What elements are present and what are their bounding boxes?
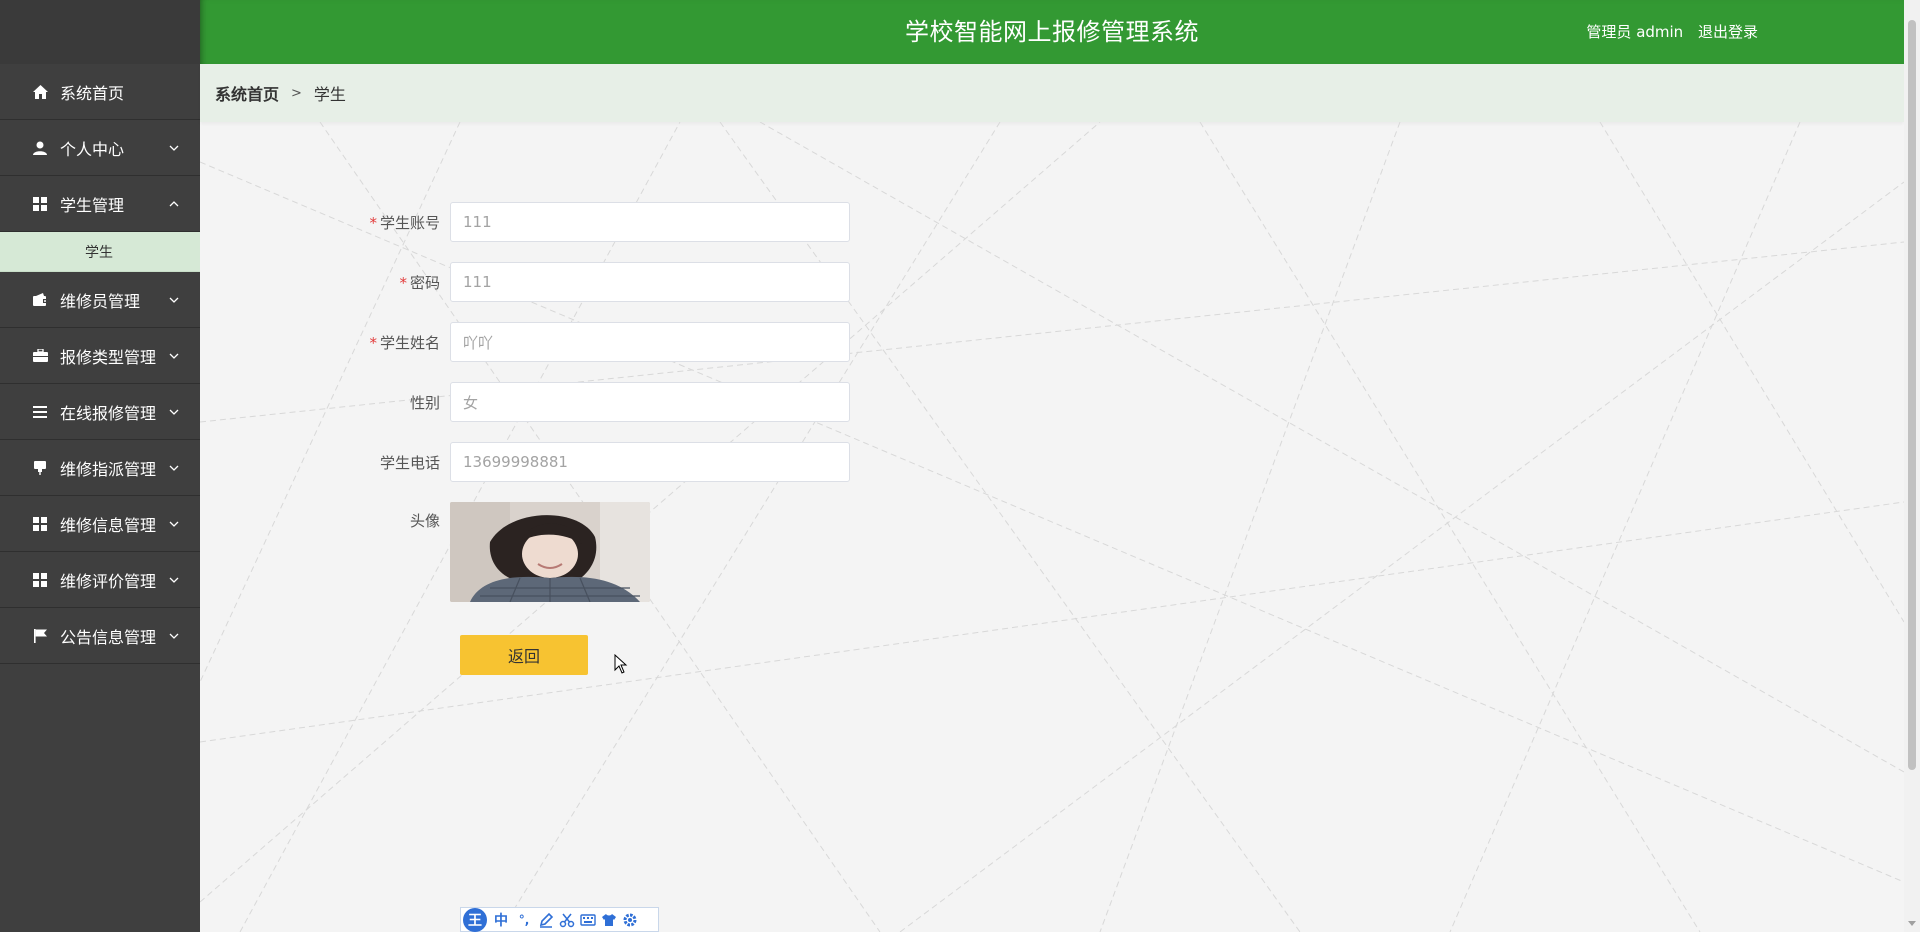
chevron-up-icon: [169, 200, 179, 206]
form-row-name: * 学生姓名: [200, 322, 850, 362]
main-content: *学生账号 *密码 *学生姓名 性别 学生电话 头像: [200, 122, 1904, 932]
page-scrollbar[interactable]: [1904, 0, 1920, 932]
ime-pen-icon[interactable]: [538, 912, 554, 928]
header-user-area: 管理员 admin 退出登录: [1576, 0, 1758, 64]
wallet-icon: [32, 292, 48, 308]
breadcrumb-home-link[interactable]: 系统首页: [215, 81, 279, 105]
form-row-phone: 学生电话: [200, 442, 850, 482]
sidebar-item-label: 维修信息管理: [60, 515, 157, 535]
phone-label: 学生电话: [379, 453, 440, 472]
breadcrumb-current: 学生: [313, 85, 346, 104]
sidebar-item-label: 报修类型管理: [60, 347, 157, 367]
sidebar-item-label: 公告信息管理: [60, 627, 157, 647]
chevron-down-icon: [169, 145, 179, 151]
sidebar-subitem-student[interactable]: 学生: [0, 232, 200, 272]
form-row-gender: 性别: [200, 382, 850, 422]
form-row-account: * 学生账号: [200, 202, 850, 242]
grid-icon: [32, 196, 48, 212]
avatar-image: [450, 502, 650, 602]
ime-settings-gear-icon[interactable]: [622, 912, 638, 928]
grid-icon: [32, 516, 48, 532]
sidebar-item-profile[interactable]: 个人中心: [0, 120, 200, 176]
sidebar-item-home[interactable]: 系统首页: [0, 64, 200, 120]
sidebar-item-label: 学生管理: [60, 195, 125, 215]
mouse-cursor-icon: [614, 654, 628, 674]
briefcase-icon: [32, 348, 48, 364]
sidebar-item-label: 维修评价管理: [60, 571, 157, 591]
chevron-down-icon: [169, 353, 179, 359]
flag-icon: [32, 628, 48, 644]
phone-field[interactable]: [450, 442, 850, 482]
sidebar-item-repair-types[interactable]: 报修类型管理: [0, 328, 200, 384]
sidebar-item-dispatch[interactable]: 维修指派管理: [0, 440, 200, 496]
name-label: * 学生姓名: [369, 333, 440, 352]
breadcrumb: 系统首页 > 学生: [200, 64, 1904, 122]
sidebar-item-label: 在线报修管理: [60, 403, 157, 423]
chevron-down-icon: [169, 465, 179, 471]
password-field[interactable]: [450, 262, 850, 302]
name-field[interactable]: [450, 322, 850, 362]
logout-link[interactable]: 退出登录: [1698, 23, 1758, 41]
account-field[interactable]: [450, 202, 850, 242]
grid-icon: [32, 572, 48, 588]
scrollbar-thumb[interactable]: [1908, 20, 1916, 770]
password-label: * 密码: [399, 273, 440, 292]
chevron-down-icon: [169, 633, 179, 639]
sidebar-item-online-repairs[interactable]: 在线报修管理: [0, 384, 200, 440]
sidebar-item-repair-info[interactable]: 维修信息管理: [0, 496, 200, 552]
required-mark: *: [369, 333, 377, 352]
ime-toolbar: 王 中 °,: [460, 907, 659, 932]
ime-scissors-icon[interactable]: [559, 912, 575, 928]
gender-field[interactable]: [450, 382, 850, 422]
home-icon: [32, 84, 48, 100]
top-header: 学校智能网上报修管理系统 管理员 admin 退出登录: [200, 0, 1904, 64]
back-button[interactable]: 返回: [460, 635, 588, 675]
sidebar-item-label: 维修员管理: [60, 291, 141, 311]
avatar-label: 头像: [409, 512, 440, 530]
breadcrumb-separator: >: [291, 85, 302, 101]
chevron-down-icon: [169, 577, 179, 583]
sidebar-logo-area: [0, 0, 200, 64]
sidebar-subitem-label: 学生: [85, 244, 113, 261]
sidebar-item-announcements[interactable]: 公告信息管理: [0, 608, 200, 664]
user-icon: [32, 140, 48, 156]
chevron-down-icon: [169, 409, 179, 415]
required-mark: *: [399, 273, 407, 292]
form-row-password: * 密码: [200, 262, 850, 302]
admin-user-label: 管理员 admin: [1586, 23, 1684, 41]
ime-skin-icon[interactable]: [601, 913, 617, 927]
sidebar-item-label: 维修指派管理: [60, 459, 157, 479]
list-icon: [32, 404, 48, 420]
form-row-avatar: 头像: [200, 502, 650, 602]
sidebar-item-repair-reviews[interactable]: 维修评价管理: [0, 552, 200, 608]
gender-label: 性别: [409, 393, 440, 412]
sidebar-item-label: 系统首页: [60, 83, 125, 103]
account-label: * 学生账号: [369, 213, 440, 232]
chevron-down-icon: [169, 297, 179, 303]
chevron-down-icon: [169, 521, 179, 527]
ime-keyboard-icon[interactable]: [580, 913, 596, 927]
pin-icon: [32, 460, 48, 476]
required-mark: *: [369, 213, 377, 232]
ime-mode-toggle[interactable]: 中: [492, 910, 510, 930]
ime-punct-toggle[interactable]: °,: [515, 913, 533, 927]
sidebar-item-students[interactable]: 学生管理: [0, 176, 200, 232]
sidebar: 系统首页 个人中心 学生管理 学生 维修员管理 报修类型管理 在线报修管理 维修…: [0, 0, 200, 932]
sidebar-item-repairmen[interactable]: 维修员管理: [0, 272, 200, 328]
ime-logo-icon[interactable]: 王: [463, 907, 487, 932]
scroll-down-arrow-icon[interactable]: [1908, 921, 1916, 926]
sidebar-item-label: 个人中心: [60, 139, 125, 159]
